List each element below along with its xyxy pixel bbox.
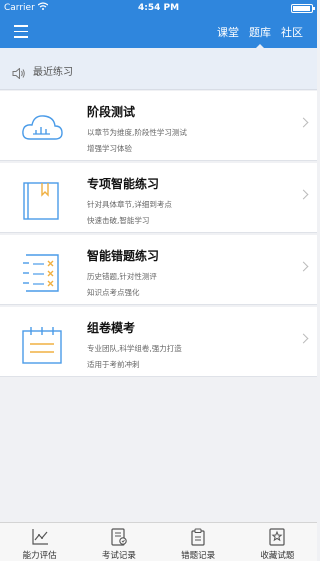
tab-label: 能力评估 bbox=[22, 551, 57, 561]
clipboard-icon bbox=[191, 528, 205, 546]
tab-mistake-records[interactable]: 错题记录 bbox=[159, 523, 238, 561]
card-title: 专项智能练习 bbox=[87, 177, 160, 191]
tab-label: 错题记录 bbox=[181, 551, 216, 561]
battery-icon bbox=[291, 4, 315, 13]
status-bar: Carrier 4:54 PM bbox=[0, 0, 317, 16]
card-special-practice[interactable]: 专项智能练习 针对具体章节,详细到考点 快速击破,智能学习 bbox=[0, 163, 317, 233]
document-edit-icon bbox=[111, 528, 127, 546]
card-description: 专业团队,科学组卷,强力打造 bbox=[87, 344, 182, 353]
speaker-icon bbox=[12, 64, 26, 83]
card-mistake-practice[interactable]: 智能错题练习 历史错题,针对性测评 知识点考点强化 bbox=[0, 235, 317, 305]
card-description-secondary: 适用于考前冲刺 bbox=[87, 360, 140, 369]
chevron-right-icon bbox=[298, 117, 309, 128]
tab-question-bank[interactable]: 题库 bbox=[249, 24, 271, 48]
top-tabs: 课堂 题库 社区 bbox=[207, 24, 303, 48]
card-title: 阶段测试 bbox=[87, 105, 136, 119]
card-title: 智能错题练习 bbox=[87, 249, 160, 263]
chevron-right-icon bbox=[298, 189, 309, 200]
recent-practice-label: 最近练习 bbox=[33, 67, 73, 78]
card-description-secondary: 增强学习体验 bbox=[87, 144, 132, 153]
navigation-bar: 课堂 题库 社区 bbox=[0, 16, 317, 48]
card-description-secondary: 知识点考点强化 bbox=[87, 288, 140, 297]
card-description-secondary: 快速击破,智能学习 bbox=[87, 216, 150, 225]
notepad-icon bbox=[20, 325, 64, 365]
card-description: 针对具体章节,详细到考点 bbox=[87, 200, 172, 209]
chevron-right-icon bbox=[298, 333, 309, 344]
clock: 4:54 PM bbox=[137, 3, 180, 13]
star-bookmark-icon bbox=[269, 528, 285, 546]
tab-community[interactable]: 社区 bbox=[281, 24, 303, 40]
tab-label: 收藏试题 bbox=[260, 551, 295, 561]
bottom-tab-bar: 能力评估 考试记录 错题记录 收藏试题 bbox=[0, 522, 317, 561]
checklist-icon bbox=[20, 253, 64, 293]
chart-icon bbox=[32, 529, 48, 545]
tab-favorite-questions[interactable]: 收藏试题 bbox=[238, 523, 317, 561]
tab-ability-assessment[interactable]: 能力评估 bbox=[0, 523, 79, 561]
tab-classroom[interactable]: 课堂 bbox=[217, 24, 239, 40]
recent-practice-bar[interactable]: 最近练习 bbox=[0, 48, 317, 90]
tab-exam-records[interactable]: 考试记录 bbox=[79, 523, 158, 561]
tab-label: 考试记录 bbox=[101, 551, 136, 561]
practice-list: 阶段测试 以章节为维度,阶段性学习测试 增强学习体验 专项智能练习 针对具体章节… bbox=[0, 91, 317, 379]
hamburger-menu-icon[interactable] bbox=[14, 25, 28, 38]
card-stage-test[interactable]: 阶段测试 以章节为维度,阶段性学习测试 增强学习体验 bbox=[0, 91, 317, 161]
book-icon bbox=[20, 181, 64, 221]
card-mock-exam[interactable]: 组卷模考 专业团队,科学组卷,强力打造 适用于考前冲刺 bbox=[0, 307, 317, 377]
card-title: 组卷模考 bbox=[87, 321, 136, 335]
card-description: 历史错题,针对性测评 bbox=[87, 272, 157, 281]
card-description: 以章节为维度,阶段性学习测试 bbox=[87, 128, 187, 137]
cloud-chart-icon bbox=[20, 109, 64, 149]
chevron-right-icon bbox=[298, 261, 309, 272]
